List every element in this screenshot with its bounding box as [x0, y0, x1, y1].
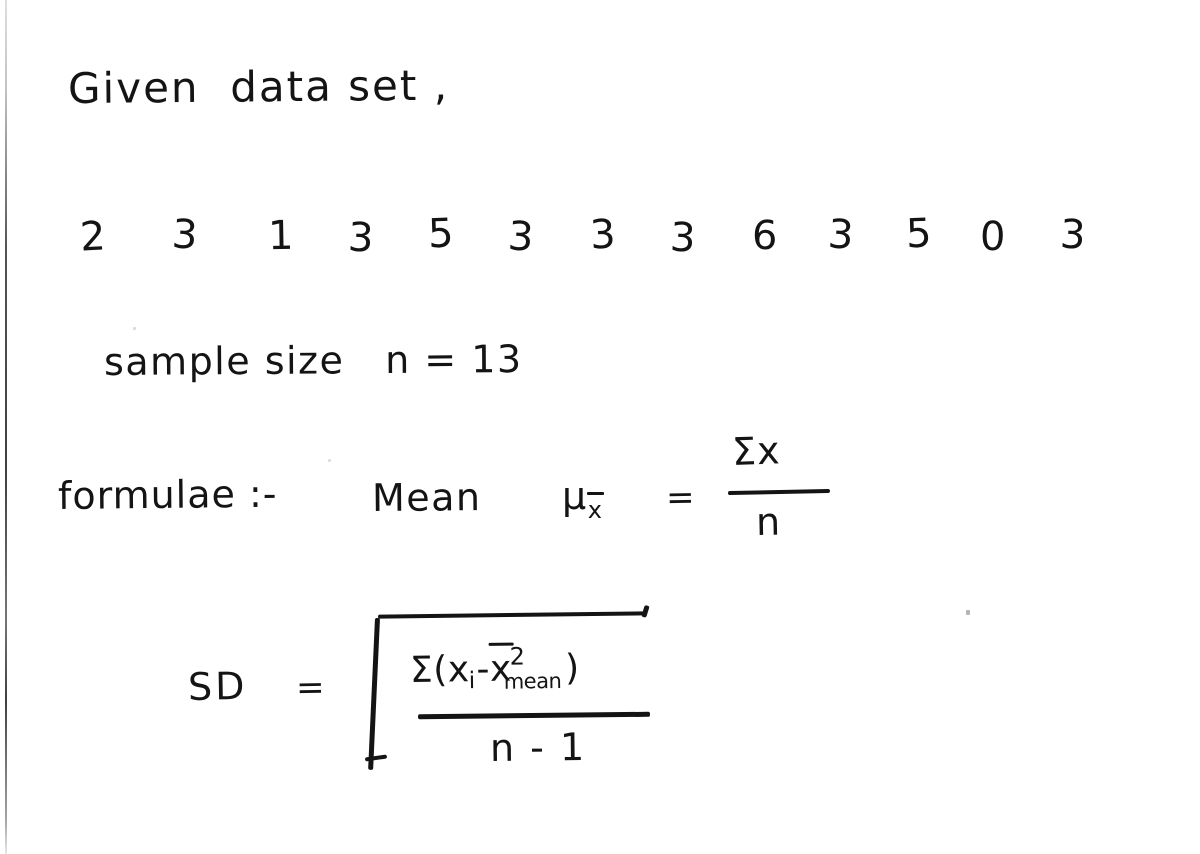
- sd-fraction-bar: [417, 711, 651, 719]
- handwritten-notes-page: Given data set , 2313533363503 sample si…: [0, 0, 1200, 854]
- scan-speck: [133, 327, 136, 330]
- i-subscript: i: [468, 668, 476, 695]
- mean-subscript: mean: [503, 668, 562, 694]
- x-bar-subscript: x: [586, 492, 605, 524]
- mean-denominator: n: [755, 499, 781, 544]
- dataset-value: 5: [905, 210, 933, 258]
- mu-glyph: μ: [562, 474, 587, 518]
- dataset-value: 3: [346, 214, 375, 262]
- x-i-variable: x: [447, 649, 470, 691]
- sd-label: SD: [187, 663, 248, 709]
- sample-size-text: sample size n = 13: [103, 337, 523, 384]
- equals-sign-2: =: [295, 667, 326, 708]
- equals-sign: =: [665, 477, 696, 518]
- dataset-value: 3: [1058, 211, 1087, 259]
- paren-close: ): [564, 647, 580, 689]
- dataset-row: 2313533363503: [78, 210, 1087, 272]
- radical-stem: [368, 617, 380, 770]
- formulae-label: formulae :-: [57, 471, 278, 518]
- dataset-value: 3: [668, 214, 697, 262]
- dataset-value: 2: [78, 213, 107, 261]
- dataset-value: 3: [588, 211, 617, 259]
- sigma-glyph: Σ: [409, 649, 434, 691]
- mean-word: Mean: [371, 475, 482, 520]
- heading-text: Given data set ,: [67, 60, 450, 113]
- dataset-value: 0: [979, 213, 1006, 261]
- radical-vinculum: [377, 611, 647, 619]
- dataset-value: 5: [427, 210, 455, 258]
- mean-fraction-bar: [727, 488, 831, 496]
- dataset-value: 3: [506, 213, 536, 261]
- scan-speck: [966, 610, 970, 615]
- dataset-value: 6: [751, 212, 778, 260]
- sd-numerator: Σ(xi-x2mean): [409, 642, 600, 695]
- minus-sign: -: [476, 648, 491, 691]
- dataset-value: 3: [826, 211, 856, 259]
- exponent-two: 2: [509, 642, 526, 671]
- dataset-value: 1: [267, 212, 294, 260]
- sd-denominator: n - 1: [489, 724, 587, 770]
- mean-numerator: Σx: [731, 428, 782, 474]
- paren-open: (: [432, 649, 449, 691]
- dataset-value: 3: [170, 211, 200, 259]
- scan-speck: [328, 459, 331, 462]
- mean-symbol: μx: [562, 474, 605, 524]
- scan-edge-line: [5, 0, 7, 854]
